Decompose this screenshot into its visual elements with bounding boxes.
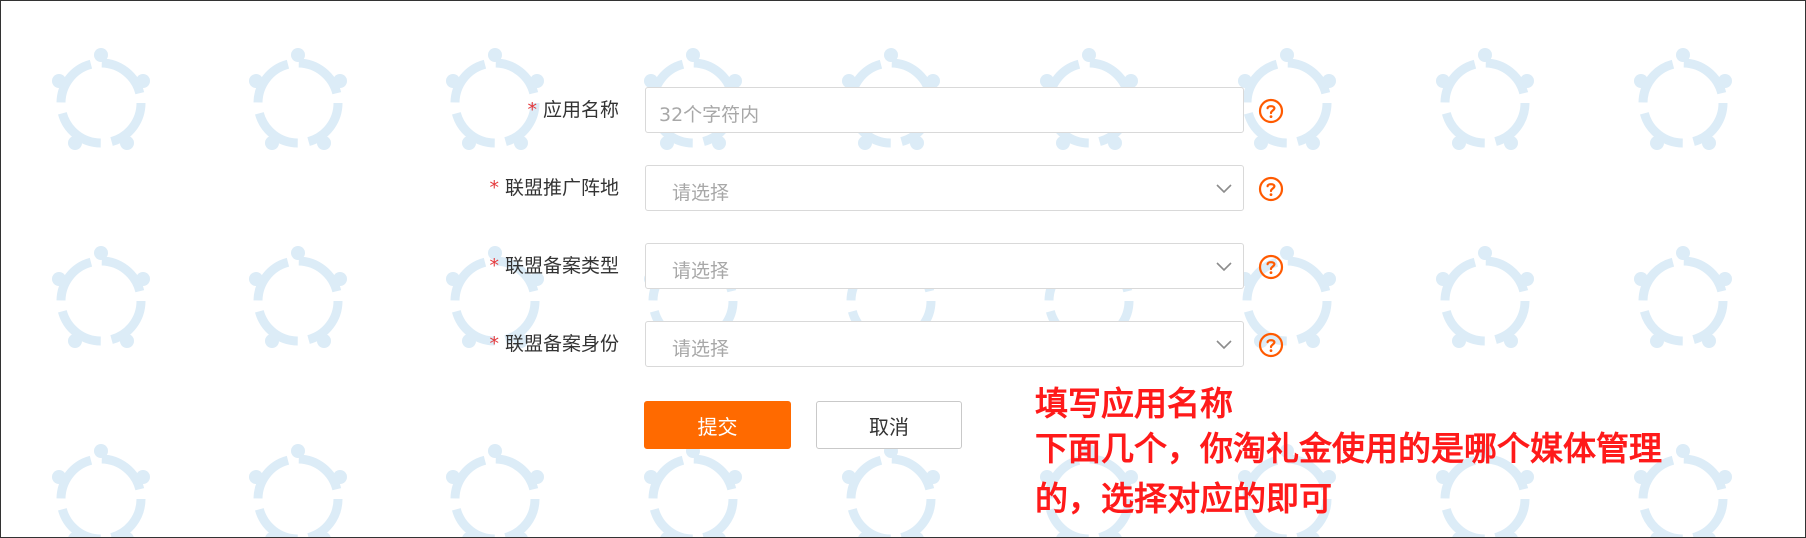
help-icon[interactable] bbox=[1258, 254, 1284, 280]
field-label-app-name: * 应用名称 bbox=[527, 99, 619, 121]
field-label-filing-identity: * 联盟备案身份 bbox=[489, 333, 619, 355]
submit-button[interactable]: 提交 bbox=[644, 401, 791, 449]
field-label-filing-type: * 联盟备案类型 bbox=[489, 255, 619, 277]
promotion-position-select[interactable]: 请选择 bbox=[645, 165, 1244, 211]
field-label-promotion-position: * 联盟推广阵地 bbox=[489, 177, 619, 199]
field-row-promotion-position: * 联盟推广阵地 请选择 bbox=[1, 165, 1805, 213]
annotation-line-2: 下面几个，你淘礼金使用的是哪个媒体管理 bbox=[1035, 429, 1662, 468]
required-mark: * bbox=[489, 255, 499, 277]
field-row-filing-type: * 联盟备案类型 请选择 bbox=[1, 243, 1805, 291]
chevron-down-icon bbox=[1216, 184, 1232, 194]
annotation-line-1: 填写应用名称 bbox=[1035, 384, 1233, 423]
help-icon[interactable] bbox=[1258, 98, 1284, 124]
cancel-button[interactable]: 取消 bbox=[816, 401, 962, 449]
app-name-input[interactable]: 32个字符内 bbox=[645, 87, 1244, 133]
filing-type-select[interactable]: 请选择 bbox=[645, 243, 1244, 289]
help-icon[interactable] bbox=[1258, 176, 1284, 202]
chevron-down-icon bbox=[1216, 262, 1232, 272]
required-mark: * bbox=[489, 333, 499, 355]
filing-identity-placeholder: 请选择 bbox=[672, 338, 730, 360]
app-frame: * 应用名称 32个字符内 * 联盟推广阵地 请选择 * 联盟备案类型 请选择 … bbox=[0, 0, 1806, 538]
app-name-placeholder: 32个字符内 bbox=[659, 104, 760, 126]
field-row-filing-identity: * 联盟备案身份 请选择 bbox=[1, 321, 1805, 369]
filing-identity-select[interactable]: 请选择 bbox=[645, 321, 1244, 367]
chevron-down-icon bbox=[1216, 340, 1232, 350]
help-icon[interactable] bbox=[1258, 332, 1284, 358]
app-registration-form: * 应用名称 32个字符内 * 联盟推广阵地 请选择 * 联盟备案类型 请选择 … bbox=[1, 1, 1805, 537]
promotion-position-placeholder: 请选择 bbox=[672, 182, 730, 204]
filing-type-placeholder: 请选择 bbox=[672, 260, 730, 282]
field-row-app-name: * 应用名称 32个字符内 bbox=[1, 87, 1805, 135]
required-mark: * bbox=[527, 99, 537, 121]
annotation-line-3: 的，选择对应的即可 bbox=[1035, 479, 1332, 518]
required-mark: * bbox=[489, 177, 499, 199]
